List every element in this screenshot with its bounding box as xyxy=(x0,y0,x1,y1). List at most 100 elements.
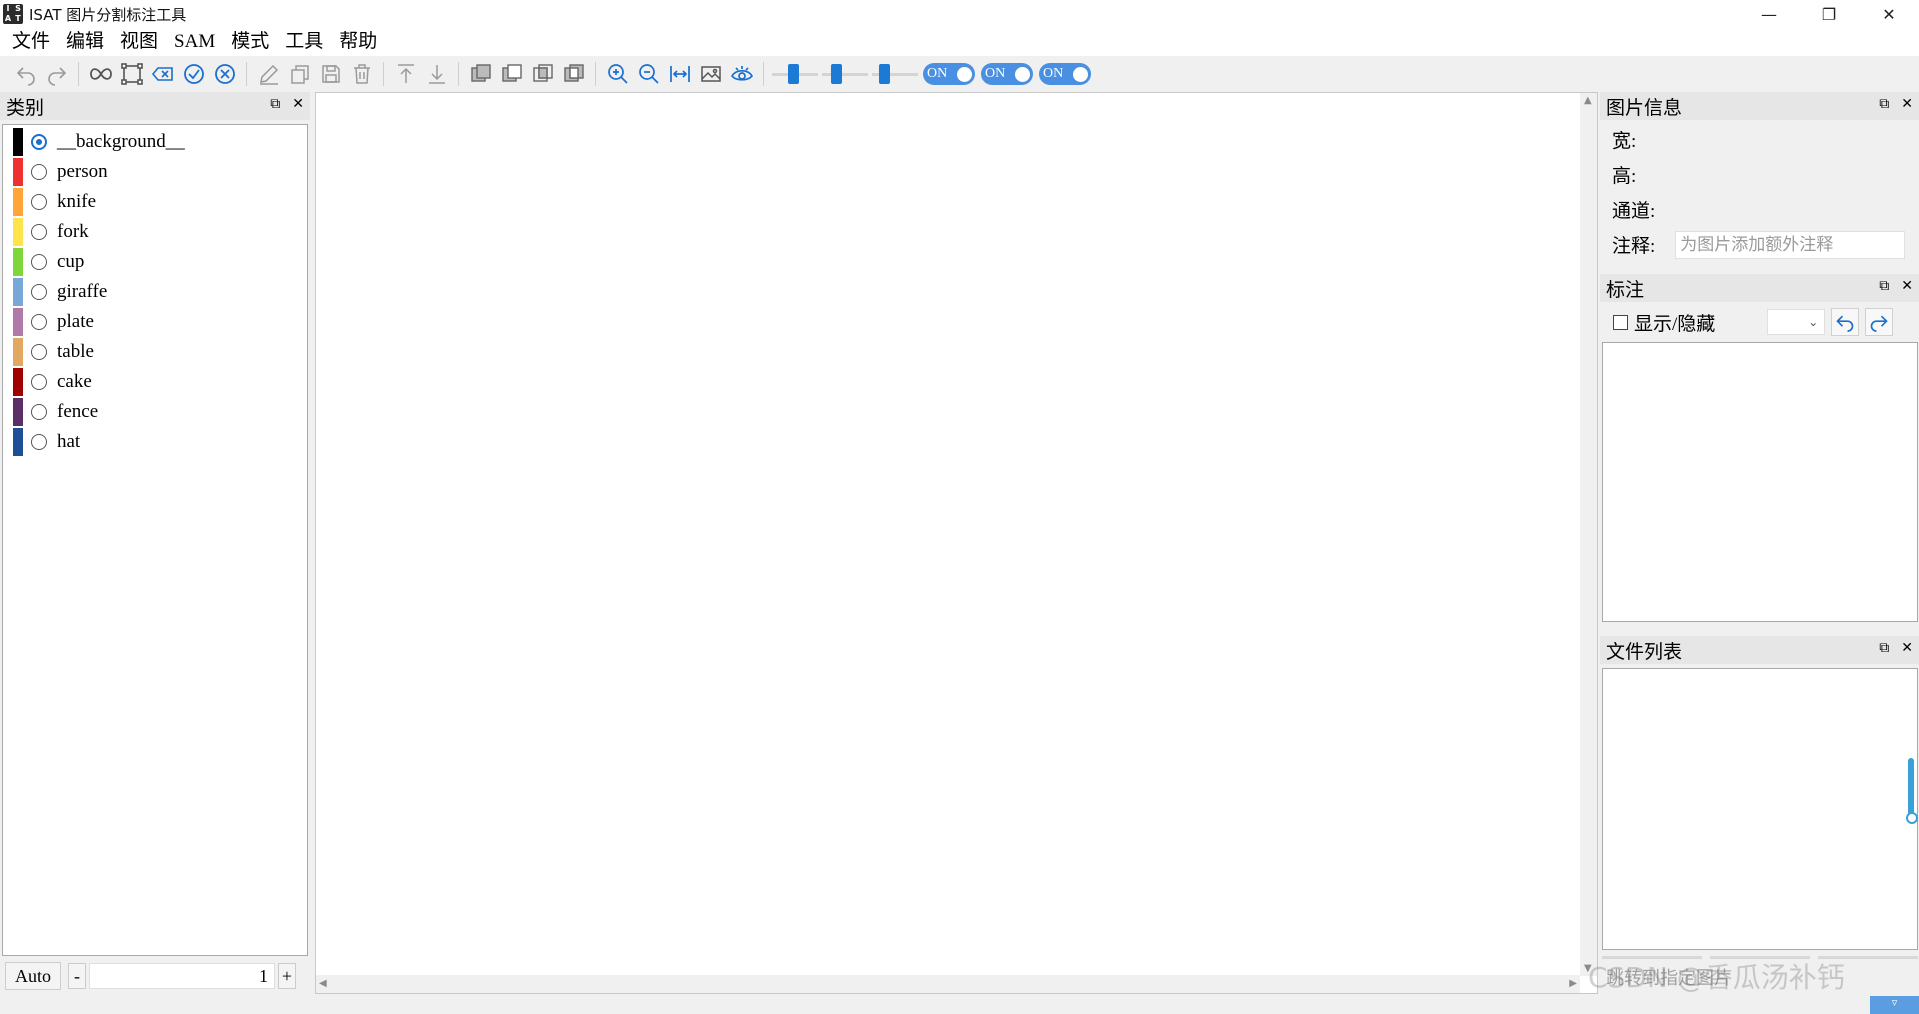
close-dock-icon[interactable]: ✕ xyxy=(1901,278,1913,294)
annotation-list[interactable] xyxy=(1602,342,1918,622)
edit-pen-icon[interactable] xyxy=(253,59,284,89)
minimize-button[interactable]: — xyxy=(1739,0,1799,28)
note-input[interactable]: 为图片添加额外注释 xyxy=(1675,230,1906,259)
toggle-switch-2[interactable]: ON xyxy=(981,63,1033,85)
copy-icon[interactable] xyxy=(284,59,315,89)
backspace-icon[interactable] xyxy=(147,59,178,89)
category-radio-button[interactable] xyxy=(31,314,47,330)
close-dock-icon[interactable]: ✕ xyxy=(1901,96,1913,112)
categories-dock-header: 类别 ⧉ ✕ xyxy=(0,92,310,120)
image-icon[interactable] xyxy=(695,59,726,89)
line-width-slider[interactable] xyxy=(872,59,918,89)
annotation-filter-dropdown[interactable]: ⌄ xyxy=(1767,309,1826,335)
union-icon[interactable] xyxy=(465,59,496,89)
menu-file[interactable]: 文件 xyxy=(4,28,58,56)
scroll-up-icon[interactable]: ▲ xyxy=(1584,95,1592,106)
category-item[interactable]: hat xyxy=(3,427,307,457)
intersect-icon[interactable] xyxy=(527,59,558,89)
fit-window-icon[interactable] xyxy=(664,59,695,89)
visibility-eye-icon[interactable] xyxy=(726,59,757,89)
status-corner-icon[interactable]: ▿ xyxy=(1870,996,1919,1014)
side-slider-handle[interactable] xyxy=(1906,812,1918,824)
side-slider-track[interactable] xyxy=(1908,758,1914,820)
float-dock-icon[interactable]: ⧉ xyxy=(1879,96,1889,112)
scroll-left-icon[interactable]: ◀ xyxy=(319,978,327,989)
category-item[interactable]: plate xyxy=(3,307,307,337)
zoom-in-icon[interactable] xyxy=(602,59,633,89)
menu-view[interactable]: 视图 xyxy=(112,28,166,56)
subtract-icon[interactable] xyxy=(496,59,527,89)
toolbar-divider xyxy=(763,62,764,86)
note-label: 注释: xyxy=(1612,236,1656,257)
increment-button[interactable]: + xyxy=(278,963,296,989)
category-item[interactable]: table xyxy=(3,337,307,367)
finish-check-icon[interactable] xyxy=(178,59,209,89)
sam-infinity-icon[interactable] xyxy=(85,59,116,89)
show-hide-checkbox[interactable] xyxy=(1613,314,1628,330)
undo-icon[interactable] xyxy=(10,59,41,89)
float-dock-icon[interactable]: ⧉ xyxy=(1879,278,1889,294)
previous-annotation-button[interactable] xyxy=(1831,308,1860,336)
auto-button[interactable]: Auto xyxy=(5,962,61,990)
category-radio-button[interactable] xyxy=(31,224,47,240)
menu-edit[interactable]: 编辑 xyxy=(58,28,112,56)
mask-alpha-slider[interactable] xyxy=(772,59,818,89)
category-color-swatch xyxy=(13,368,23,396)
cancel-circle-icon[interactable] xyxy=(209,59,240,89)
category-item[interactable]: knife xyxy=(3,187,307,217)
zoom-out-icon[interactable] xyxy=(633,59,664,89)
maximize-button[interactable]: ❐ xyxy=(1799,0,1859,28)
toggle-switch-3[interactable]: ON xyxy=(1039,63,1091,85)
category-item[interactable]: __background__ xyxy=(3,127,307,157)
category-label: fork xyxy=(57,221,89,242)
width-label: 宽: xyxy=(1612,131,1637,152)
menu-sam[interactable]: SAM xyxy=(166,28,223,56)
toggle-label: ON xyxy=(985,66,1006,81)
vertical-scrollbar[interactable]: ▲ ▼ xyxy=(1580,93,1597,976)
category-radio-button[interactable] xyxy=(31,344,47,360)
decrement-button[interactable]: - xyxy=(68,963,86,989)
category-item[interactable]: cake xyxy=(3,367,307,397)
toggle-knob xyxy=(1015,66,1030,82)
category-label: cup xyxy=(57,251,85,272)
menu-tools[interactable]: 工具 xyxy=(277,28,331,56)
close-dock-icon[interactable]: ✕ xyxy=(292,96,304,112)
float-dock-icon[interactable]: ⧉ xyxy=(270,96,280,112)
vertex-size-slider[interactable] xyxy=(822,59,868,89)
close-dock-icon[interactable]: ✕ xyxy=(1901,640,1913,656)
file-list-dock: 文件列表 ⧉ ✕ xyxy=(1600,636,1919,994)
category-item[interactable]: fork xyxy=(3,217,307,247)
category-radio-button[interactable] xyxy=(31,254,47,270)
category-radio-button[interactable] xyxy=(31,404,47,420)
toggle-switch-1[interactable]: ON xyxy=(923,63,975,85)
close-window-button[interactable]: ✕ xyxy=(1859,0,1919,28)
category-radio-button[interactable] xyxy=(31,164,47,180)
category-color-swatch xyxy=(13,128,23,156)
next-annotation-button[interactable] xyxy=(1865,308,1894,336)
category-radio-button[interactable] xyxy=(31,284,47,300)
menu-help[interactable]: 帮助 xyxy=(331,28,385,56)
image-canvas[interactable]: ▲ ▼ ◀ ▶ xyxy=(315,92,1598,994)
polygon-icon[interactable] xyxy=(116,59,147,89)
file-list[interactable] xyxy=(1602,668,1918,950)
category-item[interactable]: cup xyxy=(3,247,307,277)
category-radio-button[interactable] xyxy=(31,434,47,450)
category-radio-button[interactable] xyxy=(31,374,47,390)
exclude-icon[interactable] xyxy=(558,59,589,89)
menu-mode[interactable]: 模式 xyxy=(223,28,277,56)
category-radio-button[interactable] xyxy=(31,194,47,210)
save-icon[interactable] xyxy=(315,59,346,89)
to-top-icon[interactable] xyxy=(390,59,421,89)
category-item[interactable]: giraffe xyxy=(3,277,307,307)
category-radio-button[interactable] xyxy=(31,134,47,150)
to-bottom-icon[interactable] xyxy=(421,59,452,89)
float-dock-icon[interactable]: ⧉ xyxy=(1879,640,1889,656)
delete-icon[interactable] xyxy=(346,59,377,89)
category-list: __background__ person knife fork cup giraffe p… xyxy=(2,124,308,956)
group-number-input[interactable]: 1 xyxy=(89,963,275,989)
category-item[interactable]: fence xyxy=(3,397,307,427)
horizontal-scrollbar[interactable]: ◀ ▶ xyxy=(316,975,1580,993)
redo-icon[interactable] xyxy=(41,59,72,89)
category-item[interactable]: person xyxy=(3,157,307,187)
scroll-right-icon[interactable]: ▶ xyxy=(1569,978,1577,989)
